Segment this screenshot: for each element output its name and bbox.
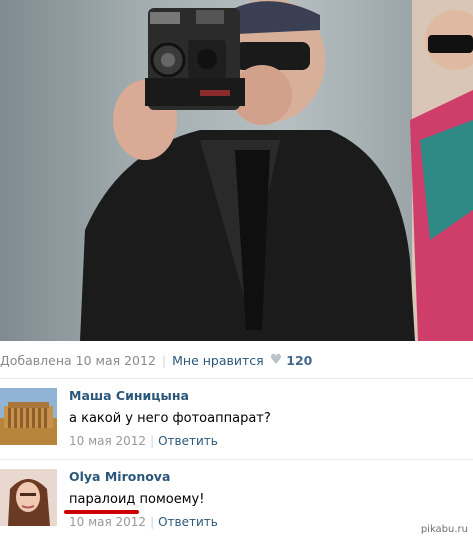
avatar-image <box>0 469 57 526</box>
comment-meta: 10 мая 2012 | Ответить <box>69 515 473 529</box>
comment-text-rest: помоему! <box>135 492 205 507</box>
comment-author[interactable]: Olya Mironova <box>69 469 473 484</box>
separator: | <box>161 352 167 368</box>
reply-link[interactable]: Ответить <box>158 434 218 448</box>
comment-text-highlighted-word: паралоид <box>69 492 136 507</box>
divider <box>0 378 473 379</box>
post-photo[interactable] <box>0 0 473 341</box>
avatar[interactable] <box>0 469 57 526</box>
separator: | <box>150 434 155 448</box>
divider <box>0 459 473 460</box>
like-count[interactable]: 120 <box>286 353 312 368</box>
post-date: Добавлена 10 мая 2012 <box>0 352 156 368</box>
heart-icon[interactable]: ♥ <box>270 352 283 368</box>
separator: | <box>150 515 155 529</box>
comment-text: паралоид помоему! <box>69 492 473 507</box>
avatar-image <box>0 388 57 445</box>
watermark: pikabu.ru <box>420 524 468 535</box>
comment-text: а какой у него фотоаппарат? <box>69 411 271 426</box>
photo-illustration <box>80 0 473 341</box>
avatar[interactable] <box>0 388 57 445</box>
comment-meta: 10 мая 2012 | Ответить <box>69 434 473 448</box>
comment-date[interactable]: 10 мая 2012 <box>69 434 146 448</box>
comment-item: Olya Mironova паралоид помоему! 10 мая 2… <box>0 461 473 536</box>
post-meta: Добавлена 10 мая 2012 | Мне нравится ♥ 1… <box>0 346 473 374</box>
comment-date[interactable]: 10 мая 2012 <box>69 515 146 529</box>
comment-body: Olya Mironova паралоид помоему! 10 мая 2… <box>69 469 473 529</box>
red-underline-mark <box>64 510 139 514</box>
comment-item: Маша Синицына а какой у него фотоаппарат… <box>0 380 473 455</box>
comment-body: Маша Синицына а какой у него фотоаппарат… <box>69 388 473 448</box>
reply-link[interactable]: Ответить <box>158 515 218 529</box>
like-button-label[interactable]: Мне нравится <box>172 353 264 368</box>
comment-author[interactable]: Маша Синицына <box>69 388 473 403</box>
